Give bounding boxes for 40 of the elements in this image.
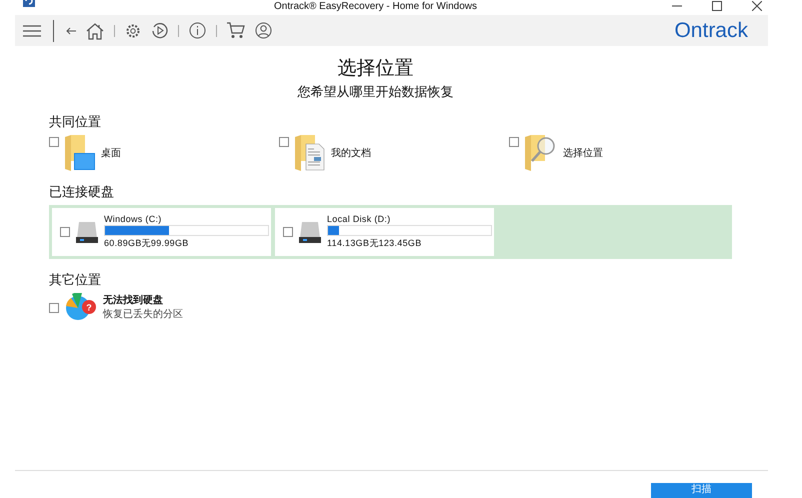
disk-usage: 114.13GB无123.45GB xyxy=(327,237,422,250)
checkbox[interactable] xyxy=(279,137,289,147)
menu-icon[interactable] xyxy=(23,24,41,36)
disk-card[interactable]: Local Disk (D:) 114.13GB无123.45GB xyxy=(275,208,494,256)
disk-card[interactable]: Windows (C:) 60.89GB无99.99GB xyxy=(52,208,271,256)
checkbox[interactable] xyxy=(283,227,293,237)
brand-logo: Ontrack xyxy=(674,18,748,42)
replay-icon[interactable] xyxy=(151,22,168,39)
location-label[interactable]: 我的文档 xyxy=(331,146,371,160)
home-icon[interactable] xyxy=(86,22,104,40)
page-heading: 选择位置 xyxy=(336,56,414,81)
location-label[interactable]: 桌面 xyxy=(101,146,121,160)
page-subheading: 您希望从哪里开始数据恢复 xyxy=(296,84,454,101)
window-title: Ontrack® EasyRecovery - Home for Windows xyxy=(274,1,477,13)
option-subtitle: 恢复已丢失的分区 xyxy=(103,308,183,321)
maximize-icon[interactable] xyxy=(712,1,722,11)
settings-icon[interactable] xyxy=(125,22,141,38)
section-title: 已连接硬盘 xyxy=(49,184,115,201)
section-title: 其它位置 xyxy=(49,272,102,289)
desktop-folder-icon xyxy=(65,135,95,171)
disk-name: Local Disk (D:) xyxy=(327,214,392,224)
disk-usage: 60.89GB无99.99GB xyxy=(104,237,190,250)
search-folder-icon xyxy=(525,135,557,171)
close-icon[interactable] xyxy=(752,1,762,11)
checkbox[interactable] xyxy=(49,137,59,147)
document-folder-icon xyxy=(295,135,325,171)
checkbox[interactable] xyxy=(49,303,59,313)
section-title: 共同位置 xyxy=(49,114,102,131)
back-arrow-icon[interactable] xyxy=(66,26,76,34)
disk-name: Windows (C:) xyxy=(104,214,163,224)
option-title[interactable]: 无法找到硬盘 xyxy=(103,293,183,307)
scan-button[interactable]: 扫描 xyxy=(651,483,752,498)
location-label[interactable]: 选择位置 xyxy=(563,146,603,160)
hard-drive-icon xyxy=(298,220,322,244)
hard-drive-icon xyxy=(75,220,99,244)
cart-icon[interactable] xyxy=(227,22,245,39)
user-icon[interactable] xyxy=(255,22,272,39)
checkbox[interactable] xyxy=(509,137,519,147)
checkbox[interactable] xyxy=(60,227,70,237)
info-icon[interactable] xyxy=(189,22,206,39)
